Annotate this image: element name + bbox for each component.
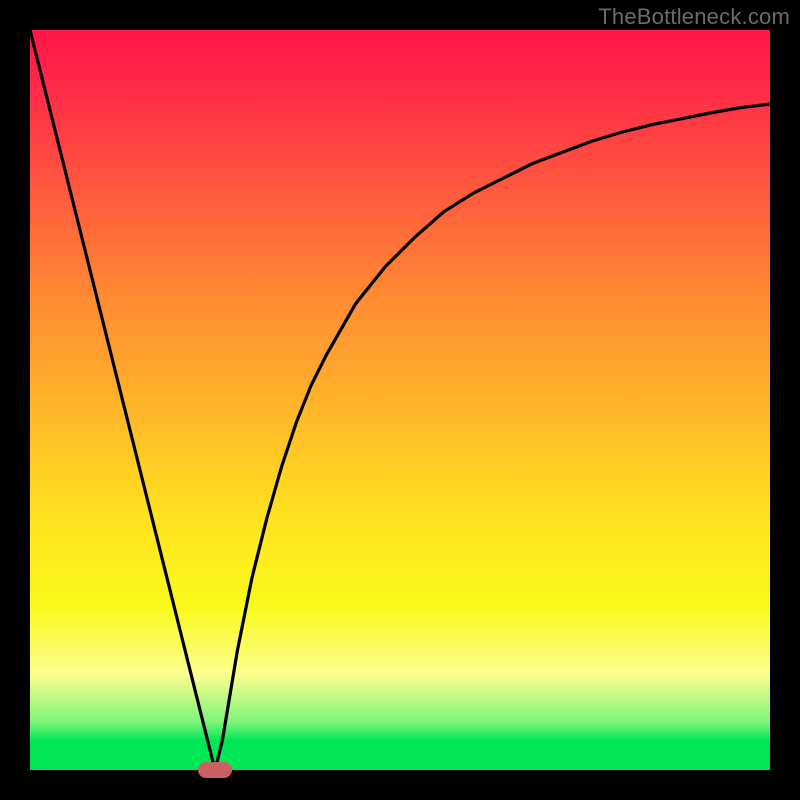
bottleneck-curve xyxy=(30,30,770,770)
chart-plot-area xyxy=(30,30,770,770)
watermark-text: TheBottleneck.com xyxy=(598,4,790,30)
min-marker xyxy=(198,762,232,778)
curve-svg xyxy=(30,30,770,770)
